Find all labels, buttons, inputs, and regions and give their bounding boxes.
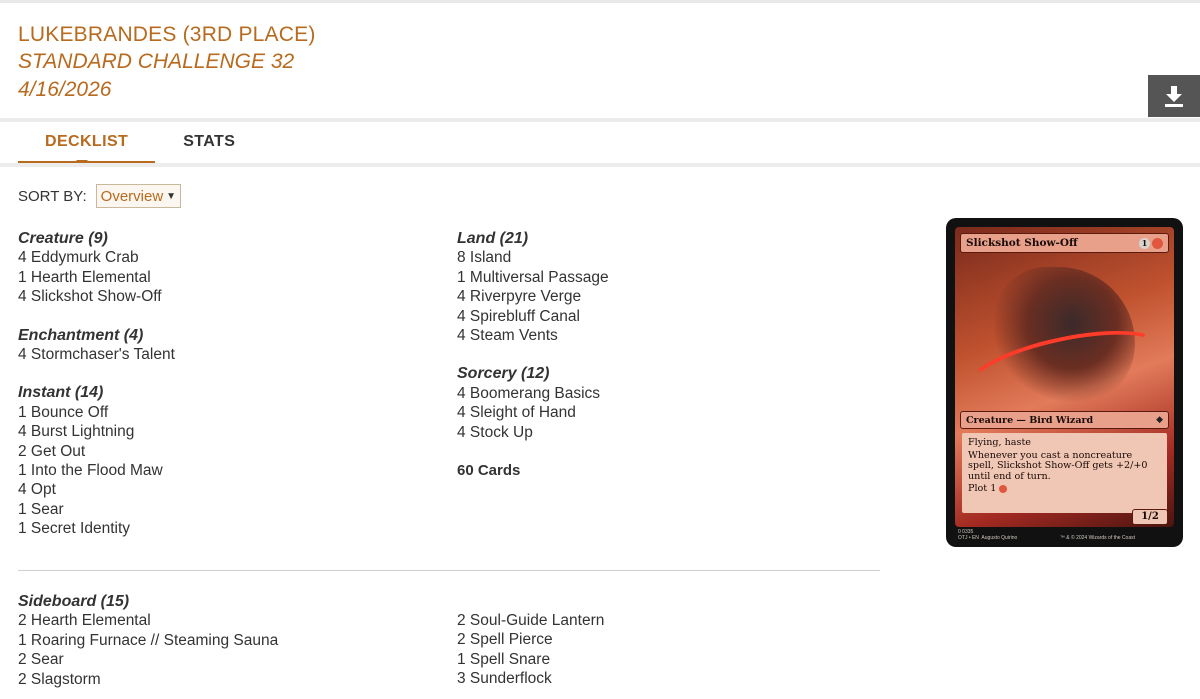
card-line[interactable]: 4 Riverpyre Verge — [457, 287, 877, 306]
red-mana-icon — [999, 484, 1008, 493]
group-sorcery: Sorcery (12) 4 Boomerang Basics 4 Sleigh… — [457, 364, 877, 442]
card-ability: Flying, haste — [968, 437, 1031, 448]
card-footer: 0 0335 OTJ • EN Augusto Quirino ™ & © 20… — [958, 529, 1173, 541]
sort-select[interactable]: Overview ▼ — [95, 184, 182, 208]
group-instant: Instant (14) 1 Bounce Off 4 Burst Lightn… — [18, 383, 438, 538]
card-line[interactable]: 4 Eddymurk Crab — [18, 248, 438, 267]
tab-bar: DECKLIST STATS — [18, 122, 263, 164]
tab-stats[interactable]: STATS — [155, 122, 263, 164]
deck-header: LUKEBRANDES (3RD PLACE) STANDARD CHALLEN… — [18, 22, 316, 104]
card-ability: Whenever you cast a noncreature spell, S… — [968, 449, 1148, 482]
card-text-box: Flying, haste Whenever you cast a noncre… — [962, 433, 1167, 513]
card-line[interactable]: 4 Sleight of Hand — [457, 403, 877, 422]
card-line[interactable]: 1 Hearth Elemental — [18, 268, 438, 287]
sideboard-title: Sideboard (15) — [18, 593, 130, 610]
card-total: 60 Cards — [457, 462, 521, 480]
card-line[interactable]: 4 Boomerang Basics — [457, 384, 877, 403]
red-mana-icon — [1152, 237, 1163, 249]
card-line[interactable]: 4 Burst Lightning — [18, 422, 438, 441]
group-title: Instant (14) — [18, 384, 104, 402]
group-land: Land (21) 8 Island 1 Multiversal Passage… — [457, 229, 877, 345]
card-name-bar: Slickshot Show-Off 1 — [960, 233, 1169, 253]
card-line[interactable]: 1 Multiversal Passage — [457, 268, 877, 287]
main-left-column: Creature (9) 4 Eddymurk Crab 1 Hearth El… — [18, 229, 438, 558]
card-line[interactable]: 4 Spirebluff Canal — [457, 307, 877, 326]
card-line[interactable]: 2 Get Out — [18, 442, 438, 461]
card-line[interactable]: 4 Stock Up — [457, 423, 877, 442]
card-line[interactable]: 3 Sunderflock — [457, 669, 877, 688]
group-enchantment: Enchantment (4) 4 Stormchaser's Talent — [18, 326, 438, 365]
card-line[interactable]: 4 Opt — [18, 480, 438, 499]
group-title: Creature (9) — [18, 230, 108, 247]
sideboard-left-column: Sideboard (15) 2 Hearth Elemental 1 Roar… — [18, 592, 438, 689]
sort-label: SORT BY: — [18, 187, 87, 205]
download-button[interactable] — [1148, 75, 1200, 117]
power-toughness: 1/2 — [1132, 509, 1168, 525]
main-right-column: Land (21) 8 Island 1 Multiversal Passage… — [457, 229, 877, 480]
tab-divider — [0, 163, 1200, 167]
mana-cost: 1 — [1139, 237, 1163, 249]
download-icon — [1165, 86, 1183, 107]
event-date: 4/16/2026 — [18, 78, 112, 101]
group-title: Enchantment (4) — [18, 326, 144, 344]
card-line[interactable]: 2 Sear — [18, 650, 438, 669]
set-symbol-icon: ◆ — [1156, 415, 1163, 425]
card-line[interactable]: 1 Roaring Furnace // Steaming Sauna — [18, 631, 438, 650]
sort-selected-value: Overview — [100, 187, 164, 205]
plot-text: Plot 1 — [968, 483, 997, 495]
sort-control: SORT BY: Overview ▼ — [18, 184, 182, 208]
group-title: Sorcery (12) — [457, 365, 550, 383]
card-line[interactable]: 1 Bounce Off — [18, 403, 438, 422]
card-line[interactable]: 1 Secret Identity — [18, 519, 438, 538]
player-title: LUKEBRANDES (3RD PLACE) — [18, 23, 316, 46]
card-line[interactable]: 4 Stormchaser's Talent — [18, 345, 438, 364]
card-footer-left: 0 0335 OTJ • EN Augusto Quirino — [958, 529, 1018, 541]
card-line[interactable]: 2 Hearth Elemental — [18, 611, 438, 630]
generic-mana-icon: 1 — [1139, 237, 1150, 249]
sideboard-divider — [18, 570, 880, 571]
card-footer-right: ™ & © 2024 Wizards of the Coast — [1059, 535, 1135, 541]
event-title: STANDARD CHALLENGE 32 — [18, 50, 295, 73]
card-name: Slickshot Show-Off — [966, 237, 1078, 249]
card-line[interactable]: 4 Steam Vents — [457, 326, 877, 345]
tab-decklist[interactable]: DECKLIST — [18, 122, 156, 164]
card-type-line: Creature — Bird Wizard — [966, 414, 1094, 426]
top-strip — [0, 0, 1200, 3]
group-creature: Creature (9) 4 Eddymurk Crab 1 Hearth El… — [18, 229, 438, 307]
card-line[interactable]: 8 Island — [457, 248, 877, 267]
chevron-down-icon: ▼ — [166, 190, 177, 202]
card-line[interactable]: 2 Spell Pierce — [457, 630, 877, 649]
card-type-bar: Creature — Bird Wizard ◆ — [960, 411, 1169, 429]
card-line[interactable]: 2 Slagstorm — [18, 670, 438, 689]
card-plot: Plot 1 — [968, 484, 1161, 495]
card-line[interactable]: 1 Spell Snare — [457, 650, 877, 669]
card-line[interactable]: 1 Sear — [18, 500, 438, 519]
sideboard-right-column: 2 Soul-Guide Lantern 2 Spell Pierce 1 Sp… — [457, 611, 877, 689]
card-preview-image: Slickshot Show-Off 1 Creature — Bird Wiz… — [946, 218, 1183, 547]
card-art-frame: Slickshot Show-Off 1 Creature — Bird Wiz… — [955, 227, 1174, 527]
card-line[interactable]: 4 Slickshot Show-Off — [18, 287, 438, 306]
card-line[interactable]: 1 Into the Flood Maw — [18, 461, 438, 480]
group-title: Land (21) — [457, 230, 529, 247]
card-line[interactable]: 2 Soul-Guide Lantern — [457, 611, 877, 630]
